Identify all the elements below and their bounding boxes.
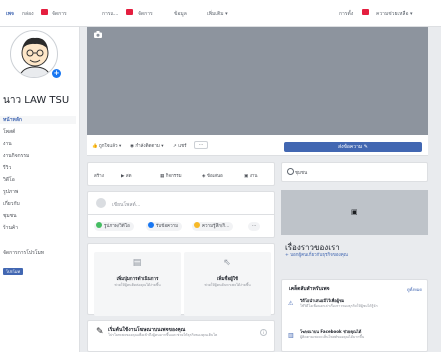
composer-more-button[interactable]: ···: [248, 222, 261, 231]
notification-badge: [362, 9, 369, 15]
nav-manage-1[interactable]: จัดการ: [52, 10, 67, 18]
tag-icon: ◈: [202, 174, 206, 179]
create-live-button[interactable]: ▶ สด: [121, 172, 132, 179]
feeling-chip[interactable]: ความรู้สึก/กิ...: [192, 222, 234, 231]
like-button[interactable]: 👍 ถูกใจแล้ว ▾: [92, 142, 121, 149]
nav-page[interactable]: เพจ: [6, 10, 14, 18]
nav-more-dropdown[interactable]: เพิ่มเติม ▾: [207, 10, 228, 18]
page-tips-card: เคล็ดลับสำหรับเพจ ดูทั้งหมด ⚠ วิดีโอนำเส…: [281, 279, 428, 352]
briefcase-icon: ▣: [244, 174, 249, 179]
more-options-button[interactable]: ···: [194, 141, 208, 149]
nav-inbox[interactable]: กล่อง: [22, 10, 34, 18]
sidebar-item-shop[interactable]: ร้านค้า: [3, 224, 18, 232]
nav-help-dropdown[interactable]: ความช่วยเหลือ ▾: [376, 10, 413, 18]
get-messages-chip[interactable]: รับข้อความ: [146, 222, 183, 231]
add-photo-icon[interactable]: +: [52, 69, 61, 78]
tip-item-title[interactable]: โฆษณาบน Facebook ช่วยคุณได้: [300, 328, 361, 335]
create-label: สร้าง: [94, 174, 104, 179]
tip-item-title[interactable]: วิดีโอนำเสนอมีไว้เพื่อผู้ชม: [300, 297, 344, 304]
post-input[interactable]: เขียนโพสต์...: [112, 201, 141, 209]
story-image-placeholder[interactable]: ▣: [281, 190, 428, 235]
tip-item-sub: ผู้ติดตามเพจจะเห็นโพสต์ของคุณได้มากขึ้น: [300, 335, 365, 339]
create-job-button[interactable]: ▣ งาน: [244, 172, 258, 179]
pencil-icon: ✎: [96, 327, 104, 337]
camera-icon[interactable]: [94, 31, 102, 40]
cursor-icon: ⇖: [223, 258, 231, 268]
sidebar-item-about[interactable]: เกี่ยวกับ: [3, 200, 20, 208]
video-camera-icon: ▶: [121, 174, 125, 179]
profile-avatar[interactable]: [10, 30, 58, 78]
divider: [88, 214, 274, 215]
nav-manage-3[interactable]: จัดการ: [138, 10, 153, 18]
messenger-icon: [148, 222, 154, 228]
share-icon: ↗: [173, 144, 177, 149]
add-button-tile[interactable]: ▤ เพิ่มปุ่มการดำเนินการ ช่วยให้ผู้คนติดต…: [94, 252, 181, 316]
smiley-icon: [194, 222, 200, 228]
nav-settings[interactable]: การตั้ง: [339, 10, 353, 18]
community-card[interactable]: ชุมชน: [281, 162, 428, 182]
sidebar-item-community[interactable]: ชุมชน: [3, 212, 17, 220]
manage-promotions-link[interactable]: จัดการการโปรโมท: [3, 249, 44, 257]
thumbs-up-icon: 👍: [92, 144, 98, 149]
top-navigation-bar: เพจ กล่อง จัดการ การแ... จัดการ ข้อมูล เ…: [0, 0, 441, 27]
nav-manage-2[interactable]: การแ...: [102, 10, 119, 18]
rss-icon: ◉: [130, 144, 134, 149]
cartoon-avatar-icon: [18, 37, 52, 77]
add-username-tile[interactable]: ⇖ เพิ่มชื่อผู้ใช้ ช่วยให้ผู้คนค้นหาเพจได…: [184, 252, 271, 316]
sidebar-item-reviews[interactable]: รีวิว: [3, 164, 11, 172]
calendar-icon: ▦: [160, 174, 165, 179]
left-sidebar: + นาว LAW TSU หน้าหลัก โพสต์ งาน งานกิจก…: [0, 27, 80, 352]
page-actions-bar: 👍 ถูกใจแล้ว ▾ ◉ กำลังติดตาม ▾ ↗ แชร์ ···…: [87, 135, 428, 156]
megaphone-icon: ⚠: [288, 300, 294, 307]
composer-avatar: [96, 198, 106, 208]
promote-button[interactable]: โปรโมท: [3, 268, 23, 275]
sidebar-item-photos[interactable]: รูปภาพ: [3, 188, 18, 196]
image-icon: ▣: [351, 208, 358, 216]
create-event-button[interactable]: ▦ กิจกรรม: [160, 172, 182, 179]
story-add-link[interactable]: + บอกผู้คนเกี่ยวกับธุรกิจของคุณ: [285, 251, 348, 258]
sidebar-item-videos[interactable]: วิดีโอ: [3, 176, 15, 184]
sidebar-item-events[interactable]: งานกิจกรรม: [3, 152, 29, 160]
tip-item-sub: ใช้วิดีโอเพื่อบอกเล่าเรื่องราวของธุรกิจใ…: [300, 304, 378, 308]
photo-icon: [96, 222, 102, 228]
cover-photo[interactable]: [87, 27, 428, 135]
see-all-link[interactable]: ดูทั้งหมด: [407, 286, 422, 293]
community-icon: [287, 168, 294, 175]
create-offer-button[interactable]: ◈ ข้อเสนอ: [202, 172, 223, 179]
info-icon[interactable]: i: [260, 329, 267, 336]
send-message-button[interactable]: ส่งข้อความ ✎: [284, 142, 422, 152]
setup-tiles-card: ▤ เพิ่มปุ่มการดำเนินการ ช่วยให้ผู้คนติดต…: [87, 243, 275, 316]
ads-tip-card[interactable]: ✎ เริ่มต้นใช้งานโฆษณาบนเพจของคุณ โปรโมทเ…: [87, 320, 275, 352]
chart-icon: ▥: [288, 332, 294, 339]
notification-badge: [41, 9, 48, 15]
sidebar-item-posts[interactable]: โพสต์: [3, 128, 15, 136]
button-icon: ▤: [132, 258, 142, 268]
post-composer: เขียนโพสต์... รูปภาพ/วิดีโอ รับข้อความ ค…: [87, 191, 275, 238]
share-button[interactable]: ↗ แชร์: [173, 142, 187, 149]
create-card: สร้าง ▶ สด ▦ กิจกรรม ◈ ข้อเสนอ ▣ งาน: [87, 162, 275, 186]
nav-info[interactable]: ข้อมูล: [174, 10, 187, 18]
sidebar-item-jobs[interactable]: งาน: [3, 140, 12, 148]
notification-badge: [126, 9, 133, 15]
sidebar-item-home[interactable]: หน้าหลัก: [0, 116, 76, 124]
photo-video-chip[interactable]: รูปภาพ/วิดีโอ: [94, 222, 134, 231]
page-title: นาว LAW TSU: [3, 95, 70, 106]
follow-button[interactable]: ◉ กำลังติดตาม ▾: [130, 142, 164, 149]
